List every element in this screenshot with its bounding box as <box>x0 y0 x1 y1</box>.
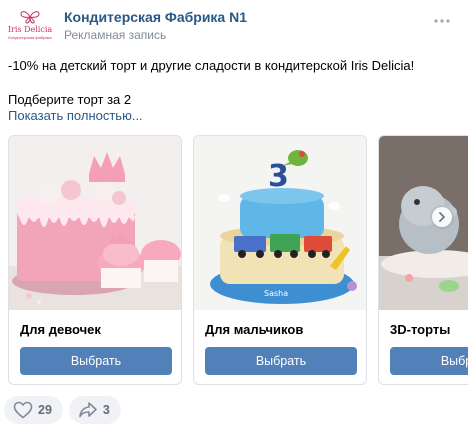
page-name-link[interactable]: Кондитерская Фабрика N1 <box>64 9 247 25</box>
cake-girls-image[interactable] <box>9 136 181 310</box>
post-actions: 29 3 <box>4 396 121 426</box>
select-button-3d[interactable]: Выбрать <box>390 347 468 375</box>
ad-post: Iris Delicia Кондитерская фабрика Кондит… <box>0 0 468 430</box>
heart-icon <box>13 401 33 419</box>
share-arrow-icon <box>79 402 97 418</box>
chevron-right-icon <box>439 212 445 222</box>
card-title-girls: Для девочек <box>20 322 101 337</box>
svg-text:Sasha: Sasha <box>264 289 288 298</box>
share-button[interactable]: 3 <box>68 396 121 424</box>
cake-3d-image[interactable] <box>379 136 468 310</box>
card-title-3d: 3D-торты <box>390 322 451 337</box>
more-horizontal-icon <box>434 19 450 23</box>
avatar-logo-subtext: Кондитерская фабрика <box>8 35 52 40</box>
show-more-link[interactable]: Показать полностью... <box>8 108 143 123</box>
ad-label: Рекламная запись <box>64 28 167 42</box>
product-carousel: Для девочек Выбрать 3 Sasha Для мальчико… <box>8 135 468 385</box>
post-header: Iris Delicia Кондитерская фабрика Кондит… <box>0 0 468 50</box>
more-options-button[interactable] <box>432 13 452 29</box>
select-button-girls[interactable]: Выбрать <box>20 347 172 375</box>
carousel-card-boys[interactable]: 3 Sasha Для мальчиков Выбрать <box>193 135 367 385</box>
avatar[interactable]: Iris Delicia Кондитерская фабрика <box>8 10 52 42</box>
avatar-logo-text: Iris Delicia <box>7 25 53 34</box>
cake-boys-image[interactable]: 3 Sasha <box>194 136 366 310</box>
post-subtext: Подберите торт за 2 <box>8 92 132 107</box>
carousel-card-girls[interactable]: Для девочек Выбрать <box>8 135 182 385</box>
card-title-boys: Для мальчиков <box>205 322 304 337</box>
share-count: 3 <box>102 403 110 417</box>
carousel-next-button[interactable] <box>432 207 452 227</box>
carousel-card-3d[interactable]: 3D-торты Выбрать <box>378 135 468 385</box>
select-button-boys[interactable]: Выбрать <box>205 347 357 375</box>
butterfly-logo-icon <box>20 11 40 24</box>
post-text: -10% на детский торт и другие сладости в… <box>8 58 415 73</box>
like-button[interactable]: 29 <box>4 396 63 424</box>
like-count: 29 <box>38 403 52 417</box>
